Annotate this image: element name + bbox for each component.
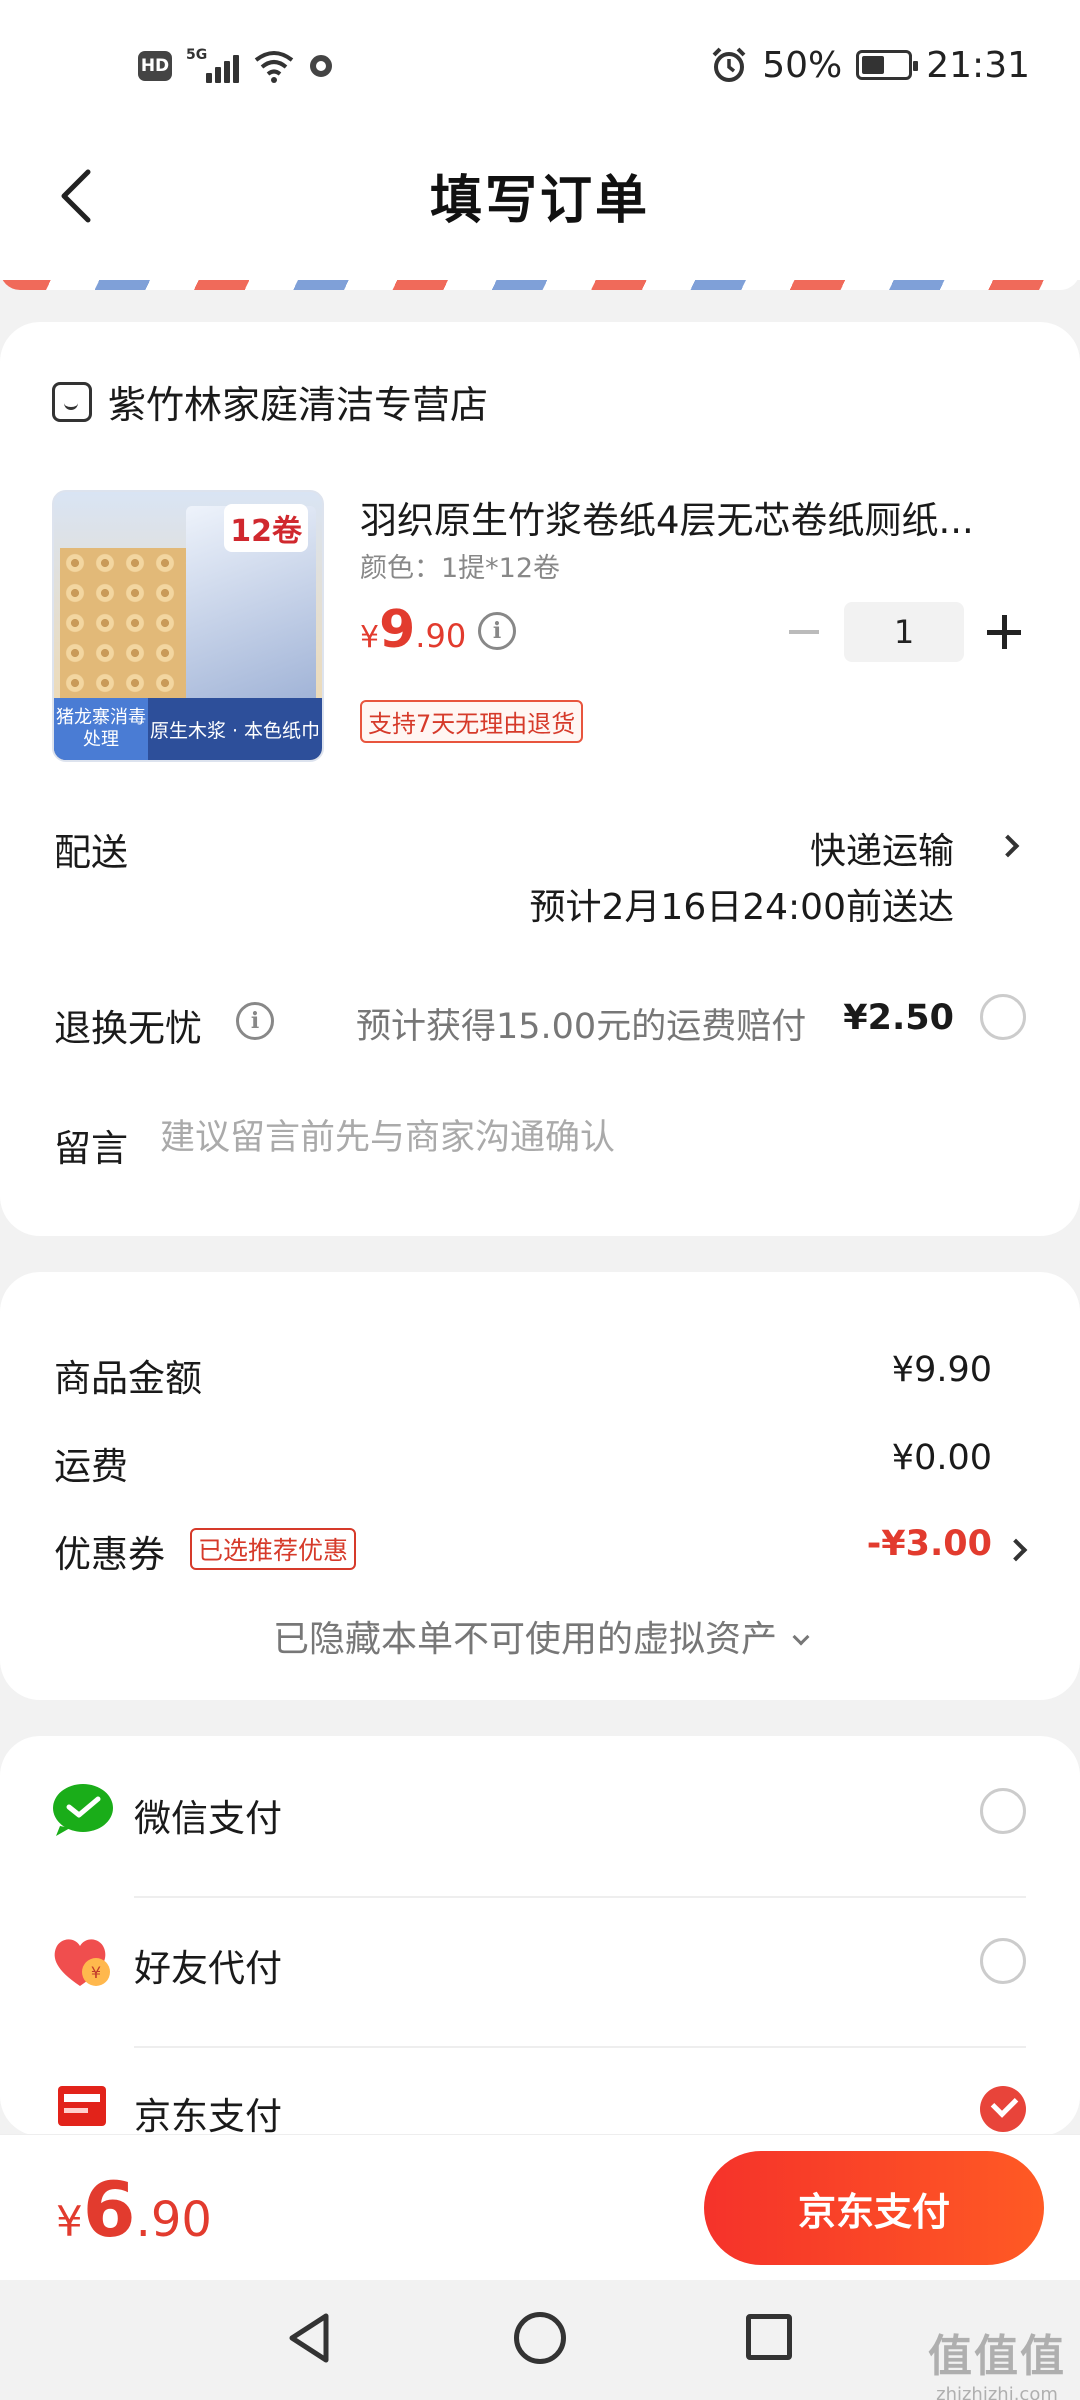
goods-amount-label: 商品金额	[54, 1357, 202, 1400]
signal-5g-icon: 5G	[186, 47, 239, 85]
total-price: ¥6.90	[56, 2165, 212, 2254]
checkout-bar: ¥6.90 京东支付	[0, 2134, 1080, 2280]
price-info-icon[interactable]: i	[478, 612, 516, 650]
product-price: ¥9.90	[360, 600, 467, 660]
sync-icon	[310, 55, 332, 77]
shipping-label: 运费	[54, 1445, 128, 1488]
status-left-icons: HD 5G	[138, 44, 332, 88]
airmail-border	[0, 270, 1080, 290]
watermark-sub: zhizhizhi.com	[936, 2384, 1058, 2400]
shop-icon	[52, 381, 92, 422]
product-title[interactable]: 羽织原生竹浆卷纸4层无芯卷纸厕纸...	[360, 490, 1020, 544]
payment-methods-card: 微信支付 ¥ 好友代付 京东支付	[0, 1736, 1080, 2136]
friend-pay-radio[interactable]	[980, 1938, 1026, 1984]
watermark: 值值值 zhizhizhi.com	[928, 2320, 1066, 2400]
battery-percent: 50%	[762, 44, 843, 86]
product-image-banner-left: 猪龙寨消毒处理	[54, 698, 148, 760]
payment-option-jd[interactable]: 京东支付	[0, 2036, 1080, 2136]
shipping-value: ¥0.00	[891, 1438, 992, 1478]
delivery-method[interactable]: 快递运输	[810, 822, 954, 874]
shop-header[interactable]: 紫竹林家庭清洁专营店	[52, 374, 488, 429]
product-image-badge: 12卷	[224, 504, 308, 552]
quantity-stepper: 1	[782, 602, 1026, 662]
message-input[interactable]	[160, 1118, 1020, 1158]
return-worry-label: 退换无忧	[54, 1007, 202, 1050]
goods-amount-value: ¥9.90	[891, 1350, 992, 1390]
system-nav-bar	[0, 2280, 1080, 2400]
return-worry-radio[interactable]	[980, 994, 1026, 1040]
message-label: 留言	[54, 1127, 128, 1170]
payment-label: 微信支付	[134, 1797, 282, 1840]
payment-label: 京东支付	[134, 2095, 282, 2136]
chevron-down-icon	[792, 1628, 810, 1646]
page-title: 填写订单	[429, 171, 650, 231]
shop-name: 紫竹林家庭清洁专营店	[108, 383, 489, 427]
hidden-assets-toggle[interactable]: 已隐藏本单不可使用的虚拟资产	[0, 1610, 1080, 1662]
nav-recent-icon[interactable]	[746, 2314, 792, 2360]
return-worry-info-icon[interactable]: i	[236, 1002, 274, 1040]
jd-pay-icon	[58, 2086, 106, 2126]
coupon-value[interactable]: -¥3.00	[867, 1524, 992, 1564]
product-image[interactable]: 12卷 猪龙寨消毒处理 原生木浆 · 本色纸巾	[52, 490, 324, 762]
product-spec[interactable]: 颜色：1提*12卷	[360, 546, 560, 585]
svg-text:¥: ¥	[91, 1963, 101, 1982]
delivery-eta: 预计2月16日24:00前送达	[529, 887, 954, 928]
hd-icon: HD	[138, 51, 172, 81]
nav-back-icon[interactable]	[282, 2310, 338, 2366]
payment-option-friend[interactable]: ¥ 好友代付	[0, 1886, 1080, 2036]
jd-pay-radio-checked[interactable]	[980, 2086, 1026, 2132]
wechat-pay-radio[interactable]	[980, 1788, 1026, 1834]
price-summary-card: 商品金额 ¥9.90 运费 ¥0.00 优惠券 已选推荐优惠 -¥3.00 已隐…	[0, 1272, 1080, 1700]
wifi-icon	[254, 51, 294, 83]
coupon-tag: 已选推荐优惠	[190, 1528, 357, 1570]
watermark-main: 值值值	[928, 2331, 1066, 2382]
battery-icon	[856, 50, 919, 80]
chevron-right-icon[interactable]	[996, 834, 1020, 858]
return-policy-tag: 支持7天无理由退货	[360, 700, 584, 743]
coupon-chevron-icon[interactable]	[1004, 1538, 1028, 1562]
return-worry-desc: 预计获得15.00元的运费赔付	[356, 1007, 807, 1047]
pay-button[interactable]: 京东支付	[704, 2151, 1044, 2265]
decrease-button[interactable]	[782, 610, 826, 654]
payment-label: 好友代付	[134, 1947, 282, 1990]
status-right: 50% 21:31	[710, 40, 1030, 90]
nav-home-icon[interactable]	[514, 2312, 566, 2364]
coupon-label: 优惠券	[54, 1533, 165, 1576]
payment-option-wechat[interactable]: 微信支付	[0, 1736, 1080, 1886]
delivery-label: 配送	[54, 831, 128, 874]
nav-header: 填写订单	[0, 130, 1080, 280]
increase-button[interactable]	[982, 610, 1026, 654]
clock: 21:31	[926, 44, 1030, 86]
alarm-icon	[712, 47, 746, 82]
hidden-assets-text: 已隐藏本单不可使用的虚拟资产	[272, 1619, 777, 1660]
friend-pay-icon: ¥	[54, 1939, 110, 1986]
quantity-value[interactable]: 1	[844, 602, 964, 662]
product-image-banner-right: 原生木浆 · 本色纸巾	[149, 719, 321, 742]
order-card: 紫竹林家庭清洁专营店 12卷 猪龙寨消毒处理 原生木浆 · 本色纸巾 羽织原生竹…	[0, 322, 1080, 1236]
status-bar: HD 5G 50% 21:31	[0, 0, 1080, 130]
wechat-pay-icon	[53, 1784, 113, 1836]
return-worry-price: ¥2.50	[843, 998, 954, 1038]
